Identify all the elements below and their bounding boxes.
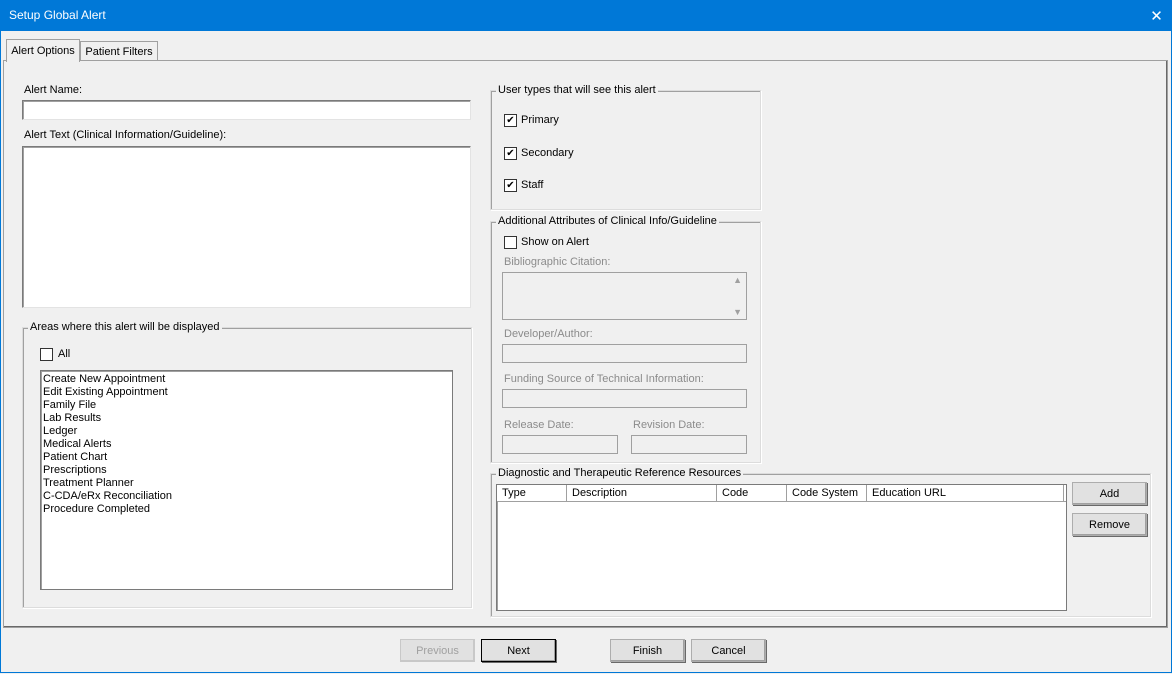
column-header-description[interactable]: Description <box>567 485 717 501</box>
developer-label: Developer/Author: <box>504 328 593 340</box>
alert-name-label: Alert Name: <box>24 84 83 96</box>
tab-alert-options[interactable]: Alert Options <box>6 39 80 62</box>
previous-button[interactable]: Previous <box>400 639 475 662</box>
scroll-down-icon: ▼ <box>733 307 742 317</box>
title-bar <box>0 0 1172 31</box>
areas-listbox[interactable]: Create New Appointment Edit Existing App… <box>40 370 453 590</box>
release-date-input <box>502 435 618 454</box>
list-item[interactable]: Procedure Completed <box>43 503 150 516</box>
column-header-code-system[interactable]: Code System <box>787 485 867 501</box>
column-header-type[interactable]: Type <box>497 485 567 501</box>
areas-caption: Areas where this alert will be displayed <box>28 321 222 333</box>
bibliographic-textarea: ▲ ▼ <box>502 272 747 320</box>
list-item[interactable]: Create New Appointment <box>43 373 165 386</box>
primary-label: Primary <box>521 114 559 126</box>
developer-input <box>502 344 747 363</box>
window-title: Setup Global Alert <box>9 8 106 22</box>
remove-button[interactable]: Remove <box>1072 513 1147 536</box>
show-on-alert-checkbox[interactable] <box>504 236 517 249</box>
resources-caption: Diagnostic and Therapeutic Reference Res… <box>496 467 744 479</box>
resources-grid-header: Type Description Code Code System Educat… <box>497 485 1066 502</box>
scroll-up-icon: ▲ <box>733 275 742 285</box>
list-item[interactable]: Patient Chart <box>43 451 107 464</box>
bibliographic-label: Bibliographic Citation: <box>504 256 611 268</box>
primary-checkbox[interactable]: ✔ <box>504 114 517 127</box>
staff-checkbox[interactable]: ✔ <box>504 179 517 192</box>
next-button[interactable]: Next <box>481 639 556 662</box>
close-icon[interactable]: ✕ <box>1141 0 1172 31</box>
show-on-alert-label: Show on Alert <box>521 236 589 248</box>
cancel-button[interactable]: Cancel <box>691 639 766 662</box>
tab-patient-filters[interactable]: Patient Filters <box>80 41 158 62</box>
alert-text-label: Alert Text (Clinical Information/Guideli… <box>24 129 227 141</box>
column-header-education-url[interactable]: Education URL <box>867 485 1064 501</box>
list-item[interactable]: Treatment Planner <box>43 477 134 490</box>
revision-date-label: Revision Date: <box>633 419 705 431</box>
add-button[interactable]: Add <box>1072 482 1147 505</box>
finish-button[interactable]: Finish <box>610 639 685 662</box>
funding-input <box>502 389 747 408</box>
all-checkbox[interactable] <box>40 348 53 361</box>
attributes-caption: Additional Attributes of Clinical Info/G… <box>496 215 719 227</box>
secondary-checkbox[interactable]: ✔ <box>504 147 517 160</box>
release-date-label: Release Date: <box>504 419 574 431</box>
funding-label: Funding Source of Technical Information: <box>504 373 704 385</box>
list-item[interactable]: Prescriptions <box>43 464 107 477</box>
list-item[interactable]: Edit Existing Appointment <box>43 386 168 399</box>
list-item[interactable]: Ledger <box>43 425 77 438</box>
secondary-label: Secondary <box>521 147 574 159</box>
list-item[interactable]: C-CDA/eRx Reconciliation <box>43 490 172 503</box>
list-item[interactable]: Medical Alerts <box>43 438 111 451</box>
column-header-code[interactable]: Code <box>717 485 787 501</box>
revision-date-input <box>631 435 747 454</box>
resources-grid[interactable]: Type Description Code Code System Educat… <box>496 484 1067 611</box>
list-item[interactable]: Lab Results <box>43 412 101 425</box>
list-item[interactable]: Family File <box>43 399 96 412</box>
staff-label: Staff <box>521 179 544 191</box>
alert-name-input[interactable] <box>22 100 471 120</box>
alert-text-textarea[interactable] <box>22 146 471 308</box>
user-types-caption: User types that will see this alert <box>496 84 658 96</box>
all-label: All <box>58 348 71 360</box>
